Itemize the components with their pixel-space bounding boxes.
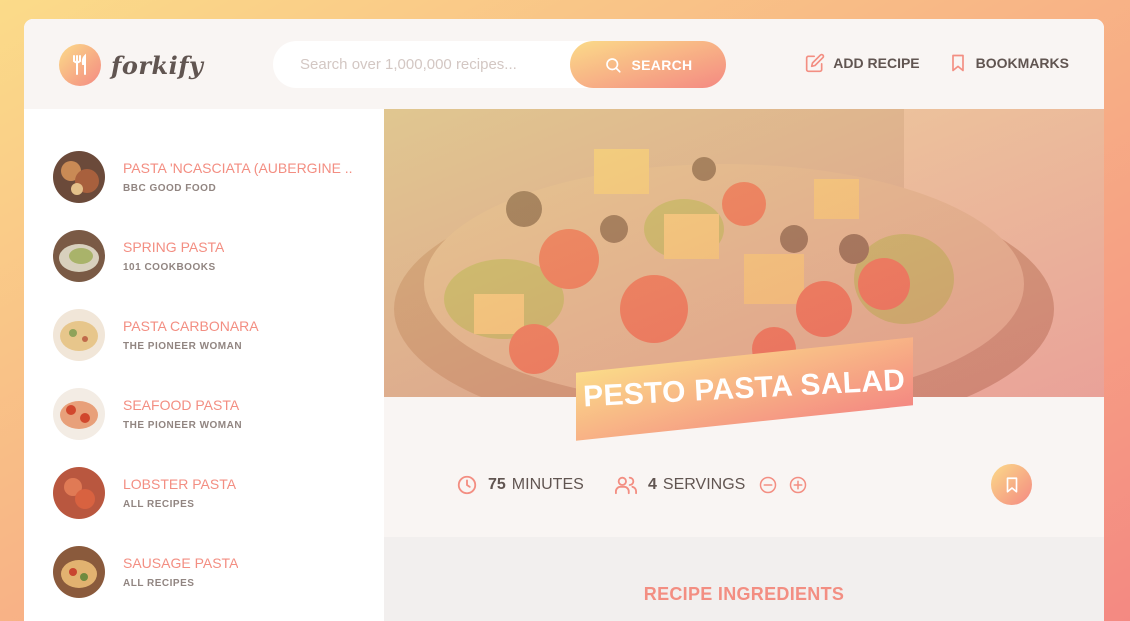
ingredients-heading: RECIPE INGREDIENTS — [643, 584, 845, 604]
header: forkify SEARCH ADD RECIPE — [24, 19, 1104, 109]
recipe-thumbnail — [53, 388, 105, 440]
result-publisher: BBC GOOD FOOD — [123, 183, 217, 194]
result-title: SEAFOOD PASTA — [123, 397, 240, 413]
result-publisher: 101 COOKBOOKS — [123, 262, 216, 273]
servings-value: 4 — [648, 476, 657, 493]
app-window: forkify SEARCH ADD RECIPE — [24, 19, 1104, 621]
servings-label: SERVINGS — [662, 476, 746, 493]
result-publisher: ALL RECIPES — [123, 578, 195, 589]
search-button-label: SEARCH — [631, 56, 693, 73]
result-publisher: THE PIONEER WOMAN — [123, 420, 243, 431]
search-button[interactable]: SEARCH — [570, 41, 726, 88]
nav: ADD RECIPE BOOKMARKS — [805, 53, 1069, 73]
result-item[interactable]: PASTA CARBONARA THE PIONEER WOMAN — [53, 308, 373, 362]
recipe-thumbnail — [53, 151, 105, 203]
recipe-image — [384, 109, 1104, 397]
decrease-servings-button[interactable] — [759, 476, 787, 494]
edit-icon — [806, 53, 825, 73]
result-title: PASTA 'NCASCIATA (AUBERGINE ... — [123, 160, 353, 176]
result-item[interactable]: LOBSTER PASTA ALL RECIPES — [53, 466, 373, 520]
result-title: LOBSTER PASTA — [123, 476, 237, 492]
result-publisher: ALL RECIPES — [123, 499, 195, 510]
recipe-view: PESTO PASTA SALAD 75 MINUTES 4 SERVINGS — [384, 109, 1104, 621]
result-item[interactable]: SPRING PASTA 101 COOKBOOKS — [53, 229, 373, 283]
users-icon — [615, 476, 637, 495]
add-recipe-label: ADD RECIPE — [833, 55, 920, 71]
result-item[interactable]: SAUSAGE PASTA ALL RECIPES — [53, 545, 373, 599]
recipe-thumbnail — [53, 467, 105, 519]
recipe-duration: 75 MINUTES — [456, 474, 584, 496]
recipe-details: 75 MINUTES 4 SERVINGS — [384, 427, 1104, 543]
servings-controls — [759, 476, 819, 494]
bookmarks-button[interactable]: BOOKMARKS — [948, 53, 1069, 73]
recipe-title: PESTO PASTA SALAD — [582, 363, 907, 414]
recipe-servings: 4 SERVINGS — [614, 474, 819, 496]
minus-circle-icon — [760, 476, 777, 494]
result-item[interactable]: PASTA 'NCASCIATA (AUBERGINE ... BBC GOOD… — [53, 150, 373, 204]
plus-circle-icon — [790, 476, 807, 494]
fork-logo-icon — [59, 44, 101, 86]
image-overlay — [384, 109, 1104, 397]
bookmark-icon — [1006, 476, 1017, 493]
result-title: PASTA CARBONARA — [123, 318, 259, 334]
recipe-thumbnail — [53, 546, 105, 598]
bookmarks-label: BOOKMARKS — [975, 55, 1069, 71]
search-form: SEARCH — [273, 41, 726, 88]
search-results: PASTA 'NCASCIATA (AUBERGINE ... BBC GOOD… — [24, 109, 384, 621]
minutes-value: 75 — [488, 476, 506, 493]
recipe-thumbnail — [53, 309, 105, 361]
minutes-label: MINUTES — [511, 476, 584, 493]
recipe-thumbnail — [53, 230, 105, 282]
bookmark-icon — [951, 54, 964, 72]
increase-servings-button[interactable] — [789, 476, 817, 494]
clock-icon — [457, 475, 477, 495]
bookmark-recipe-button[interactable] — [991, 464, 1032, 505]
search-input[interactable] — [300, 56, 590, 73]
result-item[interactable]: SEAFOOD PASTA THE PIONEER WOMAN — [53, 387, 373, 441]
logo[interactable]: forkify — [59, 44, 204, 86]
result-title: SAUSAGE PASTA — [123, 555, 239, 571]
result-publisher: THE PIONEER WOMAN — [123, 341, 243, 352]
result-title: SPRING PASTA — [123, 239, 225, 255]
add-recipe-button[interactable]: ADD RECIPE — [805, 53, 920, 73]
search-icon — [605, 57, 621, 73]
logo-text: forkify — [111, 50, 204, 80]
ingredients-section: RECIPE INGREDIENTS — [384, 537, 1104, 621]
